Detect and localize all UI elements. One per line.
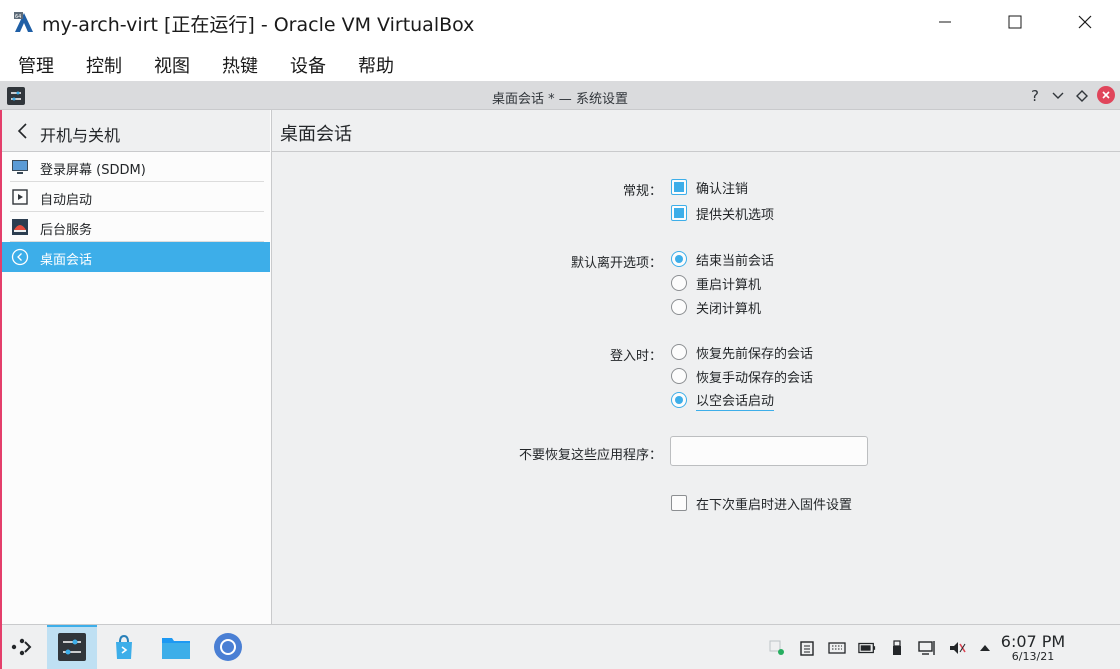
restart-option[interactable]: 重启计算机 [671,273,761,293]
app-launcher-button[interactable] [6,631,38,663]
restart-label: 重启计算机 [696,277,762,293]
offer-shutdown-checkbox[interactable] [671,205,687,221]
confirm-logout-label: 确认注销 [696,181,749,197]
offer-shutdown-label: 提供关机选项 [696,207,775,223]
services-icon [12,219,28,235]
minimize-kde-button[interactable] [1048,86,1068,106]
task-browser[interactable] [212,631,244,663]
empty-session-label: 以空会话启动 [696,390,775,411]
display-icon[interactable] [918,639,936,657]
empty-session-option[interactable]: 以空会话启动 [671,390,775,411]
clock-date[interactable]: 6/13/21 [998,650,1068,663]
volume-muted-icon[interactable] [948,639,966,657]
menu-devices[interactable]: 设备 [290,52,326,78]
task-discover[interactable] [108,631,140,663]
sidebar: 开机与关机 登录屏幕 (SDDM) 自动启动 后台服务 桌面会话 [2,110,272,624]
keyboard-icon[interactable] [828,639,846,657]
sidebar-item-desktop-session[interactable]: 桌面会话 [2,242,270,272]
svg-text:64: 64 [15,14,21,20]
confirm-logout-option[interactable]: 确认注销 [671,177,748,197]
main-header: 桌面会话 [272,110,1120,152]
restore-previous-option[interactable]: 恢复先前保存的会话 [671,342,813,362]
confirm-logout-checkbox[interactable] [671,179,687,195]
page-title: 桌面会话 [280,124,352,145]
default-leave-label: 默认离开选项： [570,256,662,271]
virtualbox-app-icon: 64 [13,11,35,33]
close-button[interactable] [1050,0,1120,44]
clipboard-icon[interactable] [798,639,816,657]
sidebar-item-label: 后台服务 [40,223,93,238]
sidebar-item-autostart[interactable]: 自动启动 [2,182,270,212]
battery-icon[interactable] [858,639,876,657]
question-icon: ? [1031,87,1039,105]
offer-shutdown-option[interactable]: 提供关机选项 [671,203,774,223]
system-settings-icon [58,633,86,661]
settings-window-title: 桌面会话 * — 系统设置 [492,92,628,107]
maximize-icon [1008,15,1022,29]
host-title-bar: 64 my-arch-virt [正在运行] - Oracle VM Virtu… [0,0,1120,44]
on-login-label: 登入时： [609,349,662,364]
main-content: 常规： 确认注销 提供关机选项 默认离开选项： 结束当前会话 重启计算机 关闭计… [272,152,1120,624]
sidebar-header[interactable]: 开机与关机 [2,110,270,152]
empty-session-radio[interactable] [671,392,687,408]
task-file-manager[interactable] [160,631,192,663]
menu-control[interactable]: 控制 [86,52,122,78]
minimize-button[interactable] [910,0,980,44]
folder-icon [162,638,190,659]
discover-icon [116,634,132,659]
chevron-down-icon [1052,92,1064,99]
firmware-setup-checkbox[interactable] [671,495,687,511]
sidebar-item-label: 登录屏幕 (SDDM) [40,163,146,178]
sidebar-item-services[interactable]: 后台服务 [2,212,270,242]
back-arrow-icon[interactable] [16,122,30,140]
exclude-apps-label: 不要恢复这些应用程序： [518,448,662,463]
close-icon [1102,91,1110,99]
general-label: 常规： [622,184,662,199]
launcher-icon [11,638,32,656]
firmware-setup-label: 在下次重启时进入固件设置 [696,497,853,513]
exclude-apps-input[interactable] [670,436,868,466]
monitor-icon [12,160,28,174]
usb-icon[interactable] [888,639,906,657]
menu-help[interactable]: 帮助 [358,52,394,78]
end-session-radio[interactable] [671,251,687,267]
autostart-icon [12,189,28,205]
browser-icon [214,633,242,661]
sidebar-item-label: 桌面会话 [40,253,93,268]
help-button[interactable]: ? [1025,86,1045,106]
close-icon [1078,15,1092,29]
restore-previous-label: 恢复先前保存的会话 [696,346,814,362]
shutdown-option[interactable]: 关闭计算机 [671,297,761,317]
restore-previous-radio[interactable] [671,344,687,360]
host-menu-bar: 管理 控制 视图 热键 设备 帮助 [0,44,1120,81]
menu-hotkeys[interactable]: 热键 [222,52,258,78]
menu-manage[interactable]: 管理 [18,52,54,78]
restart-radio[interactable] [671,275,687,291]
sidebar-header-label: 开机与关机 [40,126,121,145]
shutdown-radio[interactable] [671,299,687,315]
minimize-icon [939,21,951,23]
host-window-title: my-arch-virt [正在运行] - Oracle VM VirtualB… [42,14,475,36]
diamond-icon [1076,90,1088,102]
restore-manual-option[interactable]: 恢复手动保存的会话 [671,366,813,386]
settings-title-bar: 桌面会话 * — 系统设置 ? [0,81,1120,110]
maximize-button[interactable] [980,0,1050,44]
firmware-setup-option[interactable]: 在下次重启时进入固件设置 [671,493,852,513]
tray-expand-icon[interactable] [976,639,994,657]
network-status-icon[interactable] [768,639,786,657]
session-icon [11,248,29,266]
end-session-option[interactable]: 结束当前会话 [671,249,774,269]
menu-view[interactable]: 视图 [154,52,190,78]
close-kde-button[interactable] [1097,86,1115,104]
end-session-label: 结束当前会话 [696,253,775,269]
maximize-kde-button[interactable] [1072,86,1092,106]
taskbar [2,624,1120,669]
sidebar-item-login-screen[interactable]: 登录屏幕 (SDDM) [2,152,270,182]
shutdown-label: 关闭计算机 [696,301,762,317]
task-system-settings[interactable] [56,631,88,663]
sidebar-item-label: 自动启动 [40,193,93,208]
clock-time[interactable]: 6:07 PM [998,632,1068,651]
restore-manual-label: 恢复手动保存的会话 [696,370,814,386]
restore-manual-radio[interactable] [671,368,687,384]
